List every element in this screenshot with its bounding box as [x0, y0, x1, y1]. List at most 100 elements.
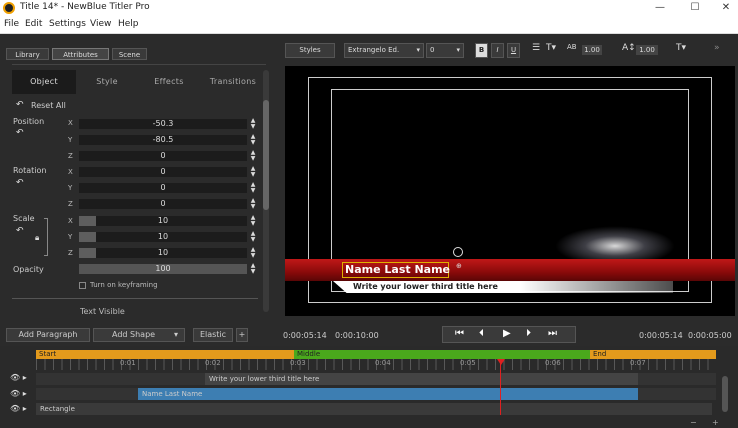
underline-button[interactable]: U: [507, 43, 520, 58]
add-paragraph-button[interactable]: Add Paragraph: [6, 328, 90, 342]
menu-file[interactable]: File: [4, 19, 19, 29]
rotation-x-field[interactable]: 0: [79, 167, 247, 177]
opacity-label: Opacity: [13, 265, 44, 274]
position-z-spinner[interactable]: ▲ ▼: [249, 150, 257, 162]
divider: [12, 64, 266, 65]
subtab-object[interactable]: Object: [12, 70, 76, 94]
tab-library[interactable]: Library: [6, 48, 49, 60]
rotate-handle-icon[interactable]: [453, 247, 463, 257]
reset-all-icon[interactable]: ↶: [16, 100, 24, 110]
scale-link-bracket: [44, 218, 48, 256]
scale-y-field[interactable]: 10: [79, 232, 247, 242]
close-button[interactable]: ✕: [719, 1, 733, 15]
rotation-z-axis: Z: [68, 200, 73, 208]
menu-help[interactable]: Help: [118, 19, 139, 29]
ruler-label-5: 0:05: [460, 359, 476, 367]
preview-canvas[interactable]: Name Last Name ⊕ Write your lower third …: [285, 66, 735, 316]
scale-x-field[interactable]: 10: [79, 216, 247, 226]
letter-spacing-field[interactable]: 1.00: [582, 45, 602, 55]
skip-to-start-icon[interactable]: ⏮: [455, 328, 464, 339]
line-spacing-field[interactable]: 1.00: [636, 45, 658, 55]
rotation-y-field[interactable]: 0: [79, 183, 247, 193]
rotation-z-spinner[interactable]: ▲ ▼: [249, 198, 257, 210]
zoom-out-icon[interactable]: −: [690, 418, 697, 427]
ruler-label-4: 0:04: [375, 359, 391, 367]
menu-settings[interactable]: Settings: [49, 19, 86, 29]
position-reset-icon[interactable]: ↶: [16, 128, 24, 138]
keyframing-checkbox[interactable]: [79, 282, 86, 289]
anchor-icon[interactable]: ⊕: [456, 262, 462, 270]
opacity-field[interactable]: 100: [79, 264, 247, 274]
rotation-reset-icon[interactable]: ↶: [16, 178, 24, 188]
track-headline[interactable]: Name Last Name: [138, 388, 638, 400]
scale-reset-icon[interactable]: ↶: [16, 226, 24, 236]
playhead-handle[interactable]: [497, 359, 505, 365]
text-case-icon[interactable]: T▾: [546, 43, 556, 53]
scale-y-spinner[interactable]: ▲ ▼: [249, 231, 257, 243]
rotation-y-spinner[interactable]: ▲ ▼: [249, 182, 257, 194]
track-rectangle[interactable]: Rectangle: [36, 403, 712, 415]
opacity-spinner[interactable]: ▲ ▼: [249, 263, 257, 275]
playhead-line: [500, 359, 501, 415]
headline-text[interactable]: Name Last Name: [342, 262, 450, 278]
scale-z-spinner[interactable]: ▲ ▼: [249, 247, 257, 259]
reset-all-label[interactable]: Reset All: [31, 101, 66, 110]
tab-scene[interactable]: Scene: [112, 48, 147, 60]
eye-icon[interactable]: 👁︎ ▸: [10, 373, 27, 382]
middle-marker[interactable]: Middle: [294, 350, 590, 359]
menu-view[interactable]: View: [90, 19, 111, 29]
styles-button[interactable]: Styles: [285, 43, 335, 58]
tab-attributes[interactable]: Attributes: [52, 48, 109, 60]
minimize-button[interactable]: —: [653, 1, 667, 15]
track-subtitle[interactable]: Write your lower third title here: [205, 373, 638, 385]
italic-button[interactable]: I: [491, 43, 504, 58]
timeline: Start Middle End 0:01 0:02 0:03 0:04 0:0…: [0, 346, 738, 428]
zoom-in-icon[interactable]: +: [712, 418, 719, 427]
app-logo-icon: [3, 2, 15, 14]
position-x-spinner[interactable]: ▲ ▼: [249, 118, 257, 130]
rotation-z-field[interactable]: 0: [79, 199, 247, 209]
left-scrollbar-thumb[interactable]: [263, 100, 269, 210]
text-toolbar: Styles Extrangelo Ed. ▾ 0 ▾ B I U ☰ T▾ AB …: [282, 40, 738, 62]
position-z-axis: Z: [68, 152, 73, 160]
add-button[interactable]: +: [236, 328, 248, 342]
end-marker[interactable]: End: [590, 350, 716, 359]
subtitle-text[interactable]: Write your lower third title here: [353, 282, 498, 291]
step-forward-icon[interactable]: ⏵: [526, 328, 531, 339]
add-shape-button[interactable]: Add Shape ▾: [93, 328, 185, 342]
position-label: Position: [13, 117, 45, 126]
more-icon[interactable]: »: [714, 43, 720, 53]
scale-x-spinner[interactable]: ▲ ▼: [249, 215, 257, 227]
text-direction-icon[interactable]: T▾: [676, 43, 686, 53]
elastic-button[interactable]: Elastic: [193, 328, 233, 342]
keyframing-label[interactable]: Turn on keyframing: [90, 281, 158, 289]
bold-button[interactable]: B: [475, 43, 488, 58]
skip-to-end-icon[interactable]: ⏭: [548, 328, 557, 339]
font-select[interactable]: Extrangelo Ed. ▾: [344, 43, 424, 58]
text-visible-label-partial: Text Visible: [80, 308, 125, 314]
menu-bar: File Edit Settings View Help: [0, 16, 738, 34]
start-marker[interactable]: Start: [36, 350, 294, 359]
subtab-transitions[interactable]: Transitions: [200, 70, 266, 94]
align-icon[interactable]: ☰: [532, 43, 540, 53]
font-size-select[interactable]: 0 ▾: [426, 43, 464, 58]
position-x-field[interactable]: -50.3: [79, 119, 247, 129]
subtab-effects[interactable]: Effects: [138, 70, 200, 94]
eye-icon[interactable]: 👁︎ ▸: [10, 404, 27, 413]
rotation-x-spinner[interactable]: ▲ ▼: [249, 166, 257, 178]
menu-edit[interactable]: Edit: [25, 19, 42, 29]
step-back-icon[interactable]: ⏴: [479, 328, 484, 339]
position-y-spinner[interactable]: ▲ ▼: [249, 134, 257, 146]
ruler-label-2: 0:02: [205, 359, 221, 367]
subtab-style[interactable]: Style: [76, 70, 138, 94]
scale-z-field[interactable]: 10: [79, 248, 247, 258]
letter-spacing-icon: AB: [567, 43, 577, 51]
position-y-field[interactable]: -80.5: [79, 135, 247, 145]
timeline-vertical-scrollbar[interactable]: [722, 376, 728, 412]
position-z-field[interactable]: 0: [79, 151, 247, 161]
maximize-button[interactable]: ☐: [688, 1, 702, 15]
eye-icon[interactable]: 👁︎ ▸: [10, 389, 27, 398]
play-icon[interactable]: ▶: [503, 328, 511, 339]
scale-lock-icon[interactable]: 🔒︎: [35, 233, 39, 243]
rotation-x-axis: X: [68, 168, 73, 176]
